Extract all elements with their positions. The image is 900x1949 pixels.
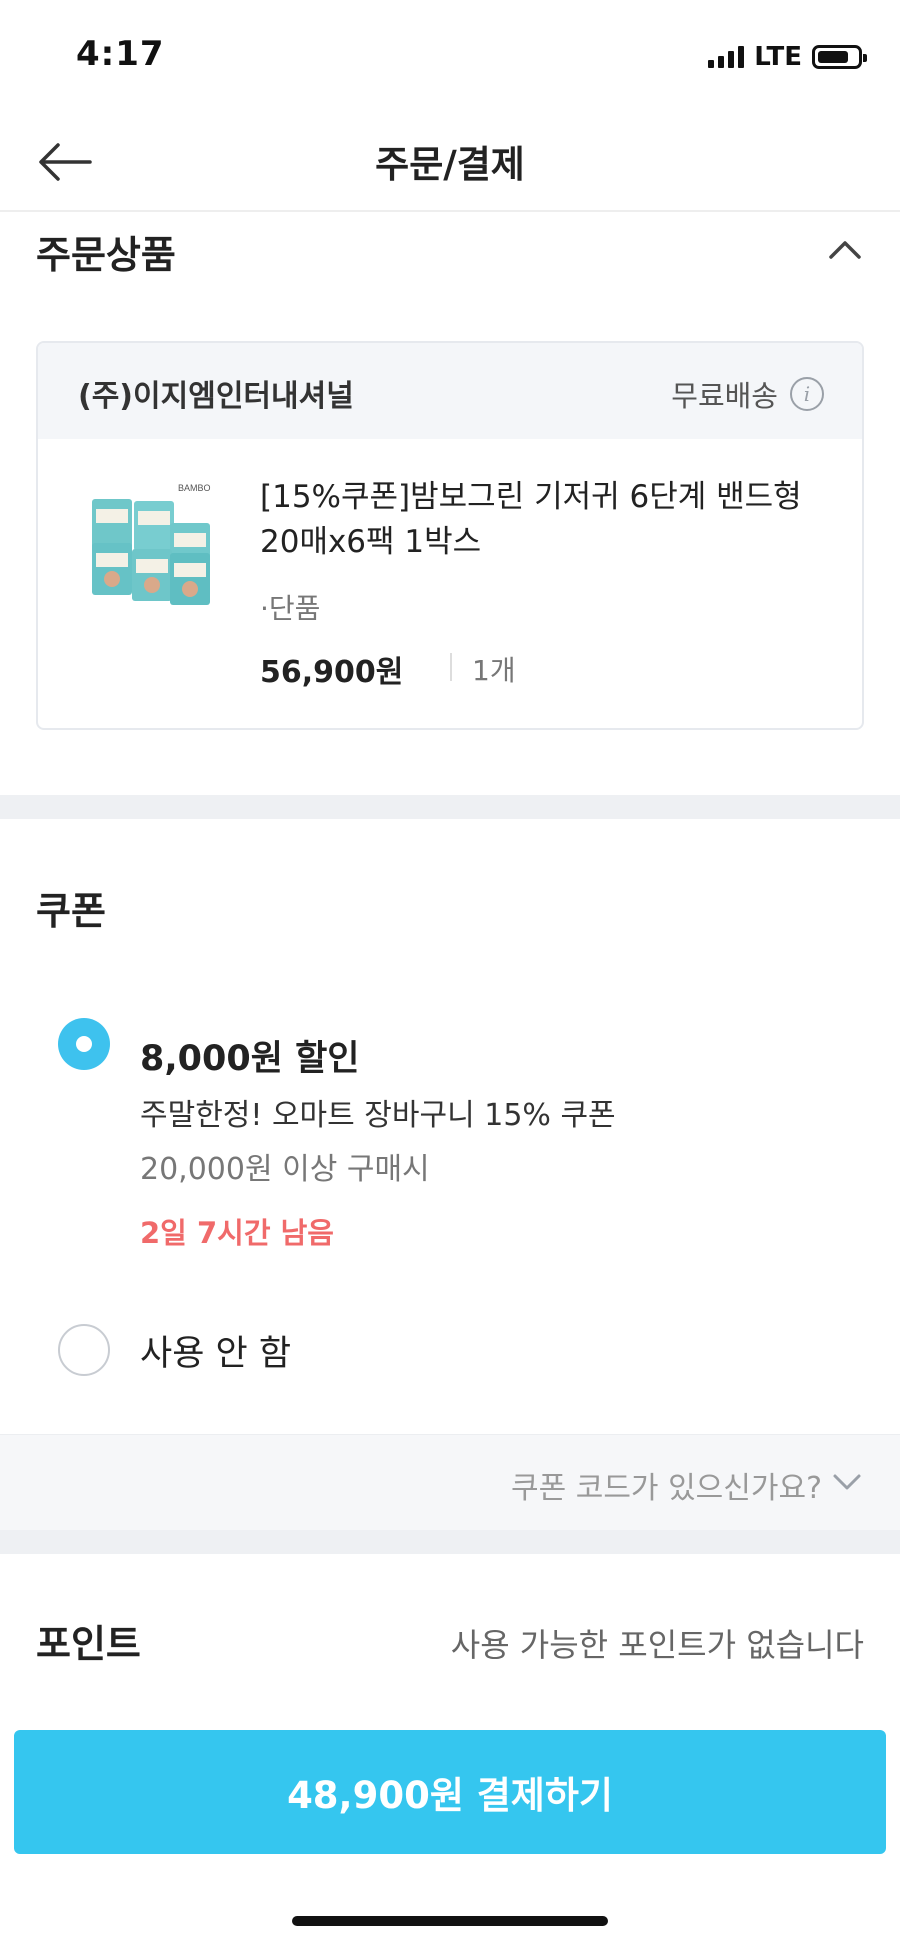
point-status: 사용 가능한 포인트가 없습니다 — [450, 1626, 864, 1664]
nav-bar: 주문/결제 — [0, 110, 900, 212]
section-divider — [0, 795, 900, 819]
coupon-discount[interactable]: 8,000원 할인 — [140, 1030, 360, 1081]
coupon-code-prompt: 쿠폰 코드가 있으신가요? — [511, 1471, 822, 1506]
product-brand-text: BAMBO — [178, 483, 211, 493]
seller-name: (주)이지엠인터내셔널 — [78, 379, 354, 414]
product-option: ·단품 — [260, 592, 321, 625]
coupon-condition: 20,000원 이상 구매시 — [140, 1152, 430, 1187]
battery-icon — [812, 45, 867, 69]
network-label: LTE — [754, 42, 802, 72]
info-icon[interactable]: i — [790, 377, 824, 411]
page-title: 주문/결제 — [375, 143, 525, 186]
point-section-title: 포인트 — [36, 1622, 141, 1666]
chevron-up-icon[interactable] — [820, 224, 870, 274]
no-use-label[interactable]: 사용 안 함 — [140, 1325, 291, 1376]
seller-header: (주)이지엠인터내셔널 무료배송 i — [38, 343, 862, 439]
coupon-section-title: 쿠폰 — [36, 889, 106, 933]
chevron-down-icon — [830, 1465, 864, 1499]
coupon-radio-selected[interactable] — [58, 1018, 110, 1070]
price-divider — [450, 653, 452, 681]
shipping-label: 무료배송 — [671, 379, 778, 413]
section-divider-2 — [0, 1530, 900, 1554]
coupon-name: 주말한정! 오마트 장바구니 15% 쿠폰 — [140, 1098, 616, 1133]
product-image: BAMBO — [92, 483, 211, 605]
coupon-remaining-time: 2일 7시간 남음 — [140, 1216, 334, 1250]
status-indicators: LTE — [708, 42, 867, 72]
product-row[interactable]: BAMBO [15%쿠폰]밤보그린 기저귀 6단계 밴드형 20매x6팩 1박스… — [38, 439, 862, 728]
coupon-radio-no-use[interactable] — [58, 1324, 110, 1376]
product-quantity: 1개 — [472, 654, 516, 687]
status-bar: 4:17 LTE — [0, 0, 900, 110]
status-time: 4:17 — [76, 34, 165, 74]
order-section-title: 주문상품 — [36, 233, 176, 277]
order-section-header[interactable]: 주문상품 — [0, 212, 900, 302]
product-price: 56,900원 — [260, 655, 404, 690]
order-card: (주)이지엠인터내셔널 무료배송 i BAMBO [15%쿠폰]밤보그린 기저귀… — [36, 341, 864, 730]
coupon-code-toggle[interactable]: 쿠폰 코드가 있으신가요? — [0, 1434, 900, 1530]
shipping-info[interactable]: 무료배송 i — [671, 373, 824, 415]
product-name: [15%쿠폰]밤보그린 기저귀 6단계 밴드형 20매x6팩 1박스 — [260, 479, 802, 560]
pay-button[interactable]: 48,900원 결제하기 — [14, 1730, 886, 1854]
home-indicator — [292, 1916, 608, 1926]
signal-icon — [708, 46, 745, 68]
